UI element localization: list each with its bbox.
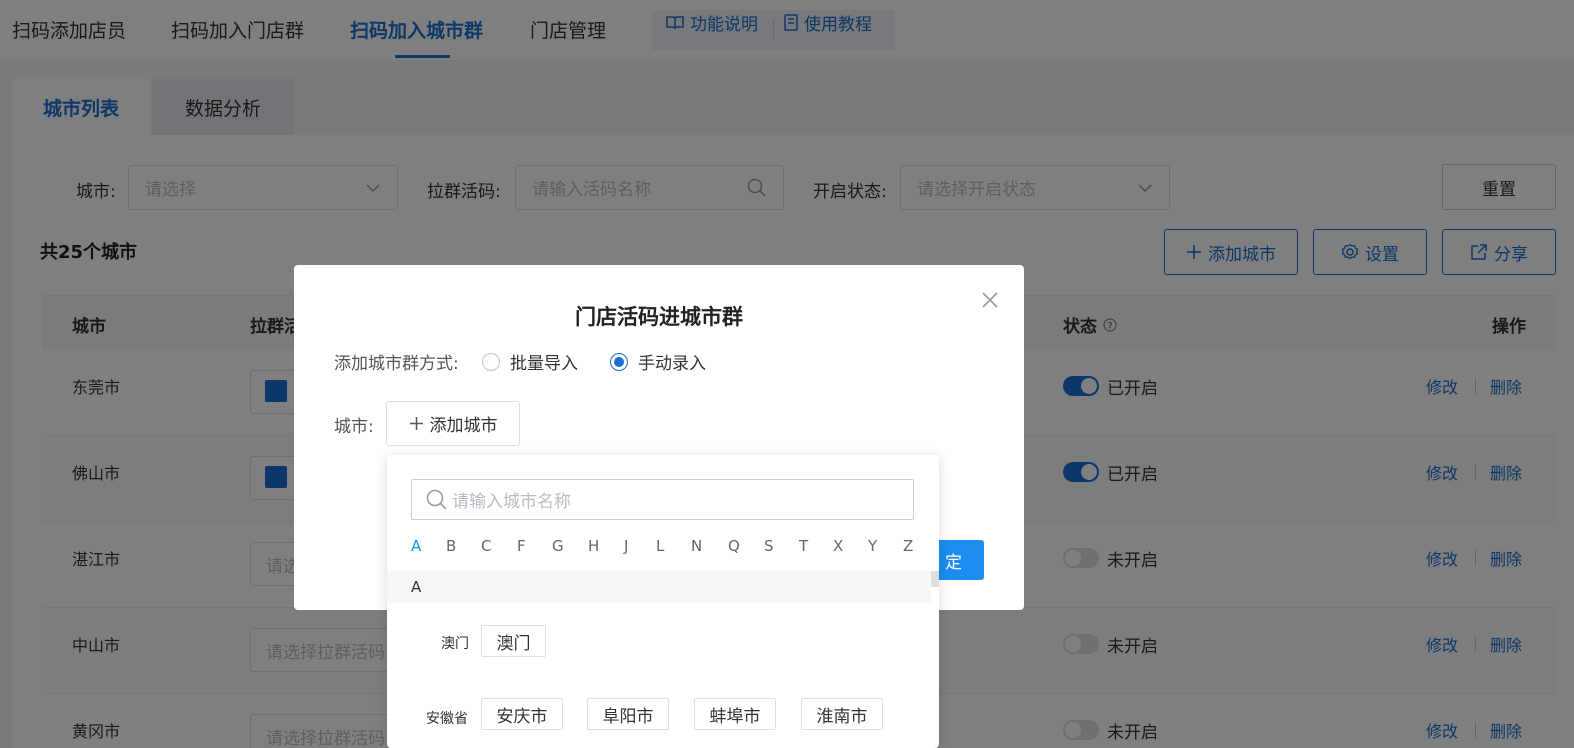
add-method-label: 添加城市群方式:: [334, 354, 459, 374]
radio-batch-label: 批量导入: [510, 354, 578, 374]
letter-index: A B C F G H J L N Q S T X Y Z: [411, 537, 914, 557]
letter-index-item[interactable]: B: [446, 537, 456, 555]
city-chip[interactable]: 澳门: [481, 625, 546, 657]
letter-group-label: A: [411, 578, 422, 596]
city-picker-dropdown: 请输入城市名称 A B C F G H J L N Q S T X Y Z A …: [387, 455, 939, 748]
close-icon[interactable]: [980, 290, 1000, 310]
city-chip[interactable]: 淮南市: [801, 698, 883, 730]
search-icon: [426, 489, 447, 510]
radio-manual-label: 手动录入: [638, 354, 706, 374]
letter-group-header: A: [387, 571, 931, 603]
letter-index-item[interactable]: T: [799, 537, 808, 555]
city-chip[interactable]: 安庆市: [481, 698, 563, 730]
letter-index-item[interactable]: J: [624, 537, 628, 555]
letter-index-item[interactable]: L: [656, 537, 664, 555]
scrollbar-thumb[interactable]: [931, 571, 939, 587]
modal-city-label: 城市:: [334, 417, 374, 437]
letter-index-item[interactable]: S: [764, 537, 774, 555]
letter-index-item[interactable]: Z: [903, 537, 913, 555]
city-chip[interactable]: 蚌埠市: [694, 698, 776, 730]
letter-index-item[interactable]: X: [833, 537, 843, 555]
city-search-placeholder: 请输入城市名称: [452, 492, 571, 512]
letter-index-item[interactable]: Y: [868, 537, 877, 555]
radio-manual-entry[interactable]: 手动录入: [610, 349, 706, 374]
radio-circle: [610, 352, 628, 371]
radio-batch-import[interactable]: 批量导入: [482, 349, 578, 374]
letter-index-item[interactable]: G: [552, 537, 564, 555]
plus-icon: [409, 417, 423, 430]
modal-title: 门店活码进城市群: [575, 305, 743, 329]
province-label: 澳门: [441, 636, 469, 652]
letter-index-item[interactable]: Q: [728, 537, 740, 555]
letter-index-item[interactable]: C: [481, 537, 491, 555]
city-search-input[interactable]: 请输入城市名称: [411, 479, 914, 520]
province-label: 安徽省: [426, 711, 468, 727]
letter-index-item[interactable]: F: [517, 537, 526, 555]
radio-circle: [482, 352, 500, 371]
letter-index-item[interactable]: A: [411, 537, 421, 555]
letter-index-item[interactable]: N: [691, 537, 702, 555]
city-chip[interactable]: 阜阳市: [587, 698, 669, 730]
modal-add-city-button[interactable]: 添加城市: [386, 401, 520, 446]
modal-add-city-label: 添加城市: [429, 416, 498, 436]
letter-index-item[interactable]: H: [588, 537, 599, 555]
